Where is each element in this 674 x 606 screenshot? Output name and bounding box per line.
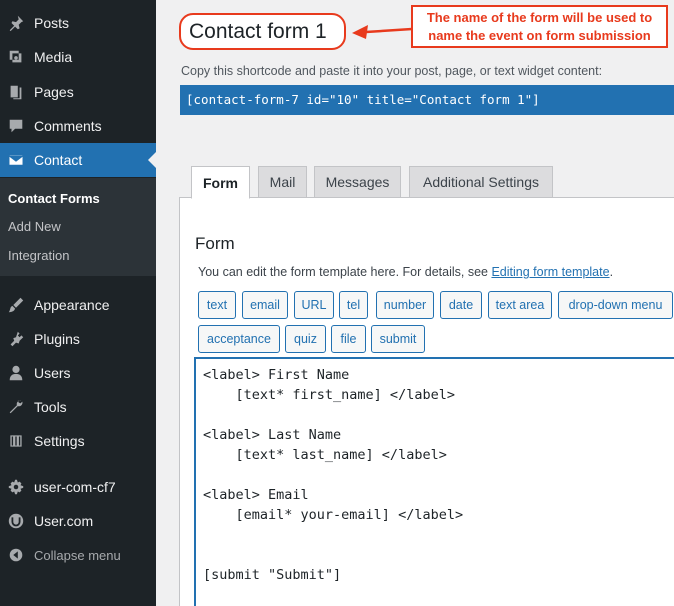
tag-button-url[interactable]: URL	[294, 291, 334, 319]
menu-item-label: Tools	[34, 399, 67, 415]
menu-item-settings[interactable]: Settings	[0, 424, 156, 458]
tab-form[interactable]: Form	[191, 166, 250, 199]
collapse-menu-button[interactable]: Collapse menu	[0, 538, 156, 572]
tag-button-text-area[interactable]: text area	[488, 291, 552, 319]
menu-item-user-com[interactable]: User.com	[0, 504, 156, 538]
tab-additional-settings[interactable]: Additional Settings	[409, 166, 553, 198]
menu-item-users[interactable]: Users	[0, 356, 156, 390]
tag-button-file[interactable]: file	[331, 325, 366, 353]
panel-description-suffix: .	[609, 265, 614, 279]
tag-button-tel[interactable]: tel	[339, 291, 368, 319]
menu-item-label: Comments	[34, 118, 102, 134]
menu-item-label: Pages	[34, 84, 74, 100]
panel-description: You can edit the form template here. For…	[198, 265, 613, 279]
shortcode-instructions: Copy this shortcode and paste it into yo…	[181, 64, 603, 78]
brush-icon	[6, 295, 26, 315]
menu-item-plugins[interactable]: Plugins	[0, 322, 156, 356]
annotation-arrow-icon	[352, 25, 413, 39]
menu-item-tools[interactable]: Tools	[0, 390, 156, 424]
media-icon	[6, 47, 26, 67]
shortcode-field[interactable]: [contact-form-7 id="10" title="Contact f…	[180, 85, 674, 115]
tag-button-drop-down-menu[interactable]: drop-down menu	[558, 291, 673, 319]
user-icon	[6, 363, 26, 383]
menu-item-label: Settings	[34, 433, 85, 449]
tag-button-text[interactable]: text	[198, 291, 236, 319]
submenu-contact-forms[interactable]: Contact Forms	[8, 191, 100, 206]
tag-button-number[interactable]: number	[376, 291, 434, 319]
menu-item-posts[interactable]: Posts	[0, 6, 156, 40]
form-template-text: <label> First Name [text* first_name] </…	[203, 367, 464, 583]
tag-button-submit[interactable]: submit	[371, 325, 425, 353]
tag-button-date[interactable]: date	[440, 291, 482, 319]
form-title-field[interactable]	[179, 13, 346, 50]
pin-icon	[6, 13, 26, 33]
collapse-menu-label: Collapse menu	[34, 547, 121, 563]
user-com-logo-icon	[6, 511, 26, 531]
collapse-arrow-icon	[6, 545, 26, 565]
pages-icon	[6, 82, 26, 102]
envelope-icon	[6, 150, 26, 170]
menu-item-pages[interactable]: Pages	[0, 75, 156, 109]
tag-button-acceptance[interactable]: acceptance	[198, 325, 280, 353]
tag-button-quiz[interactable]: quiz	[285, 325, 326, 353]
contact-submenu: Contact Forms Add New Integration	[0, 178, 156, 276]
panel-description-text: You can edit the form template here. For…	[198, 265, 492, 279]
comment-icon	[6, 116, 26, 136]
menu-item-appearance[interactable]: Appearance	[0, 288, 156, 322]
menu-item-label: Plugins	[34, 331, 80, 347]
menu-item-label: Media	[34, 49, 73, 65]
gear-icon	[6, 477, 26, 497]
menu-item-label: user-com-cf7	[34, 479, 116, 495]
admin-sidebar: Posts Media Pages Comments Contact Conta…	[0, 0, 156, 606]
annotation-callout: The name of the form will be used to nam…	[411, 5, 668, 48]
sliders-icon	[6, 431, 26, 451]
tab-messages[interactable]: Messages	[314, 166, 401, 198]
menu-item-label: Contact	[34, 152, 83, 168]
panel-heading: Form	[195, 234, 235, 253]
tab-mail[interactable]: Mail	[258, 166, 307, 198]
menu-item-label: Appearance	[34, 297, 110, 313]
submenu-add-new[interactable]: Add New	[8, 219, 61, 234]
editing-form-template-link[interactable]: Editing form template	[491, 265, 609, 279]
menu-item-label: Posts	[34, 15, 70, 31]
menu-item-label: User.com	[34, 513, 94, 529]
menu-item-media[interactable]: Media	[0, 40, 156, 74]
wrench-icon	[6, 397, 26, 417]
menu-item-label: Users	[34, 365, 71, 381]
tag-button-email[interactable]: email	[242, 291, 288, 319]
menu-item-user-com-cf7[interactable]: user-com-cf7	[0, 470, 156, 504]
menu-item-contact[interactable]: Contact	[0, 143, 156, 177]
form-template-editor[interactable]: <label> First Name [text* first_name] </…	[195, 358, 674, 606]
plug-icon	[6, 329, 26, 349]
form-title-input[interactable]	[181, 15, 344, 48]
submenu-integration[interactable]: Integration	[8, 248, 69, 263]
menu-item-comments[interactable]: Comments	[0, 109, 156, 143]
